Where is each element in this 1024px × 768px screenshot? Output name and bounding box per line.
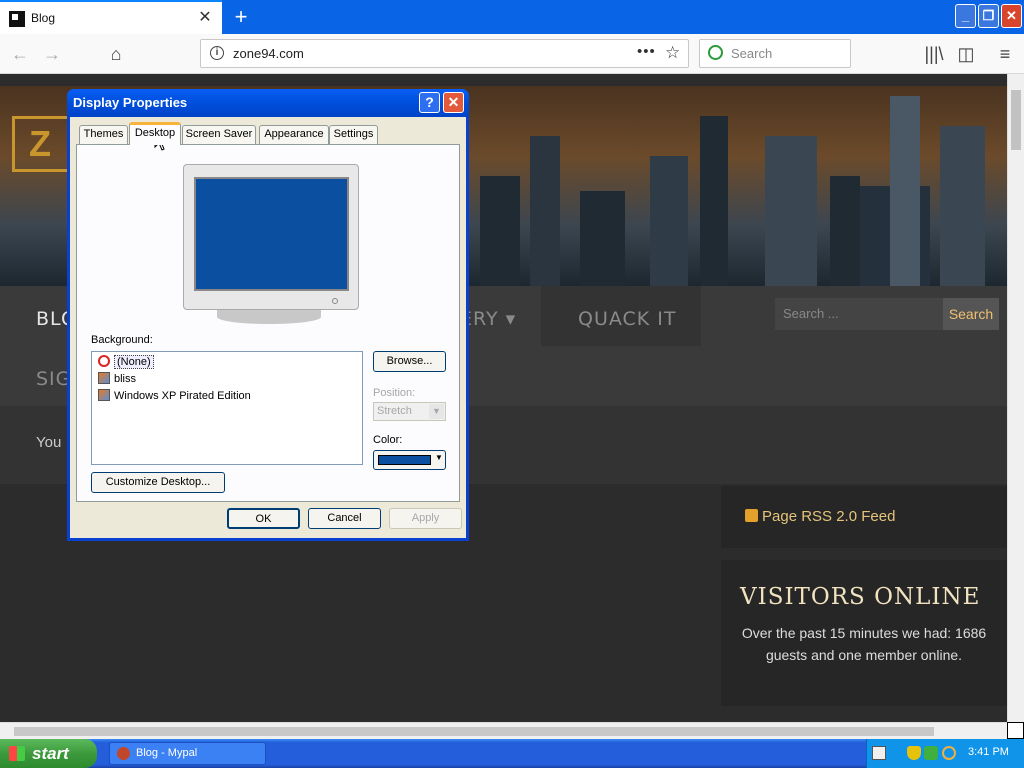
search-placeholder: Search [731, 46, 773, 61]
security-shield-icon[interactable] [907, 746, 921, 760]
browser-tab[interactable]: Blog ✕ [0, 0, 222, 34]
sidebar-icon[interactable]: ◫ [954, 42, 978, 66]
browser-tab-strip: Blog ✕ + _ ❐ ✕ [0, 0, 1024, 34]
image-file-icon [98, 389, 110, 401]
mypal-browser-icon [117, 747, 130, 760]
home-icon[interactable]: ⌂ [104, 42, 128, 66]
browser-search-input[interactable]: Search [699, 39, 851, 68]
desktop-preview-screen [194, 177, 349, 291]
color-label: Color: [373, 434, 403, 446]
horizontal-scroll-thumb[interactable] [14, 727, 934, 736]
background-item-label: bliss [114, 373, 137, 385]
background-listbox[interactable]: (None) bliss Windows XP Pirated Edition [91, 351, 363, 465]
back-arrow-icon[interactable]: ← [8, 42, 32, 66]
browse-button[interactable]: Browse... [373, 351, 446, 372]
url-bar[interactable]: i zone94.com ••• ☆ [200, 39, 689, 68]
horizontal-scrollbar[interactable] [0, 722, 1007, 739]
taskbar-item-blog[interactable]: Blog - Mypal [109, 742, 266, 765]
site-search-button[interactable]: Search [943, 298, 999, 330]
visitors-description: Over the past 15 minutes we had: 1686 gu… [741, 625, 987, 663]
position-value: Stretch [377, 405, 412, 417]
browser-nav-bar: ← → ⌂ i zone94.com ••• ☆ Search |||\ ◫ ≡ [0, 34, 1024, 74]
dialog-close-button[interactable]: ✕ [443, 92, 464, 113]
system-tray: 3:41 PM [866, 739, 1024, 768]
hamburger-menu-icon[interactable]: ≡ [993, 42, 1017, 66]
page-actions-icon[interactable]: ••• [637, 43, 656, 60]
rss-feed-link[interactable]: Page RSS 2.0 Feed [745, 508, 895, 525]
background-item-label: (None) [114, 355, 154, 369]
vertical-scrollbar[interactable] [1007, 74, 1024, 722]
background-item-bliss[interactable]: bliss [98, 371, 136, 387]
tab-settings[interactable]: Settings [329, 125, 378, 144]
dialog-title: Display Properties [73, 95, 188, 110]
taskbar-item-label: Blog - Mypal [136, 747, 198, 759]
welcome-text: You [36, 434, 62, 451]
tab-appearance[interactable]: Appearance [259, 125, 329, 144]
monitor-stand [217, 310, 321, 324]
color-picker-button[interactable]: ▼ [373, 450, 446, 470]
position-label: Position: [373, 387, 416, 399]
rss-feed-label: Page RSS 2.0 Feed [762, 508, 896, 525]
display-properties-dialog: Display Properties ? ✕ Themes Desktop Sc… [67, 89, 469, 541]
vertical-scroll-thumb[interactable] [1011, 90, 1021, 150]
new-tab-button[interactable]: + [230, 4, 252, 30]
visitors-widget: VISITORS ONLINE Over the past 15 minutes… [721, 560, 1007, 706]
dialog-title-bar[interactable]: Display Properties ? ✕ [67, 89, 469, 117]
tab-screen-saver[interactable]: Screen Saver [182, 125, 256, 144]
chevron-down-icon: ▼ [429, 404, 444, 419]
scroll-corner [1007, 722, 1024, 739]
taskbar-clock[interactable]: 3:41 PM [968, 746, 1009, 758]
site-info-icon[interactable]: i [210, 46, 224, 60]
cancel-button[interactable]: Cancel [308, 508, 381, 529]
site-search-input[interactable]: Search ... [775, 298, 943, 330]
network-icon[interactable] [924, 746, 938, 760]
customize-desktop-button[interactable]: Customize Desktop... [91, 472, 225, 493]
monitor-preview [183, 164, 359, 310]
visitors-title: VISITORS ONLINE [740, 584, 981, 610]
tab-close-icon[interactable]: ✕ [196, 8, 214, 28]
apply-button[interactable]: Apply [389, 508, 462, 529]
chevron-down-icon: ▼ [435, 453, 443, 462]
rss-icon [745, 509, 758, 522]
help-button[interactable]: ? [419, 92, 440, 113]
background-item-xp-pirated[interactable]: Windows XP Pirated Edition [98, 388, 251, 404]
window-maximize-button[interactable]: ❐ [978, 4, 999, 28]
windows-logo-icon [9, 746, 25, 761]
background-item-none[interactable]: (None) [98, 354, 154, 370]
background-label: Background: [91, 334, 153, 346]
monitor-power-icon [332, 298, 338, 304]
bookmark-star-icon[interactable]: ☆ [665, 43, 680, 63]
color-swatch [378, 455, 431, 465]
window-minimize-button[interactable]: _ [955, 4, 976, 28]
image-file-icon [98, 372, 110, 384]
ok-button[interactable]: OK [227, 508, 300, 529]
search-icon[interactable] [942, 746, 956, 760]
background-item-label: Windows XP Pirated Edition [114, 390, 251, 402]
windows-taskbar: start Blog - Mypal 3:41 PM [0, 739, 1024, 768]
start-button[interactable]: start [0, 739, 97, 768]
tab-themes[interactable]: Themes [79, 125, 128, 144]
site-menu-quack-it[interactable]: QUACK IT [578, 308, 677, 330]
window-close-button[interactable]: ✕ [1001, 4, 1022, 28]
keyboard-icon[interactable] [872, 746, 886, 760]
search-engine-icon [708, 45, 723, 60]
url-text[interactable]: zone94.com [233, 46, 304, 61]
tab-title: Blog [31, 11, 56, 25]
no-entry-icon [98, 355, 110, 367]
desktop-tab-panel: Background: (None) bliss Windows XP Pira… [76, 144, 460, 502]
tab-desktop[interactable]: Desktop [129, 122, 181, 145]
forward-arrow-icon[interactable]: → [40, 42, 64, 66]
rss-widget: Page RSS 2.0 Feed [721, 486, 1007, 548]
library-icon[interactable]: |||\ [922, 42, 946, 66]
start-label: start [32, 744, 69, 763]
position-select[interactable]: Stretch ▼ [373, 402, 446, 421]
site-favicon-icon [9, 11, 25, 27]
